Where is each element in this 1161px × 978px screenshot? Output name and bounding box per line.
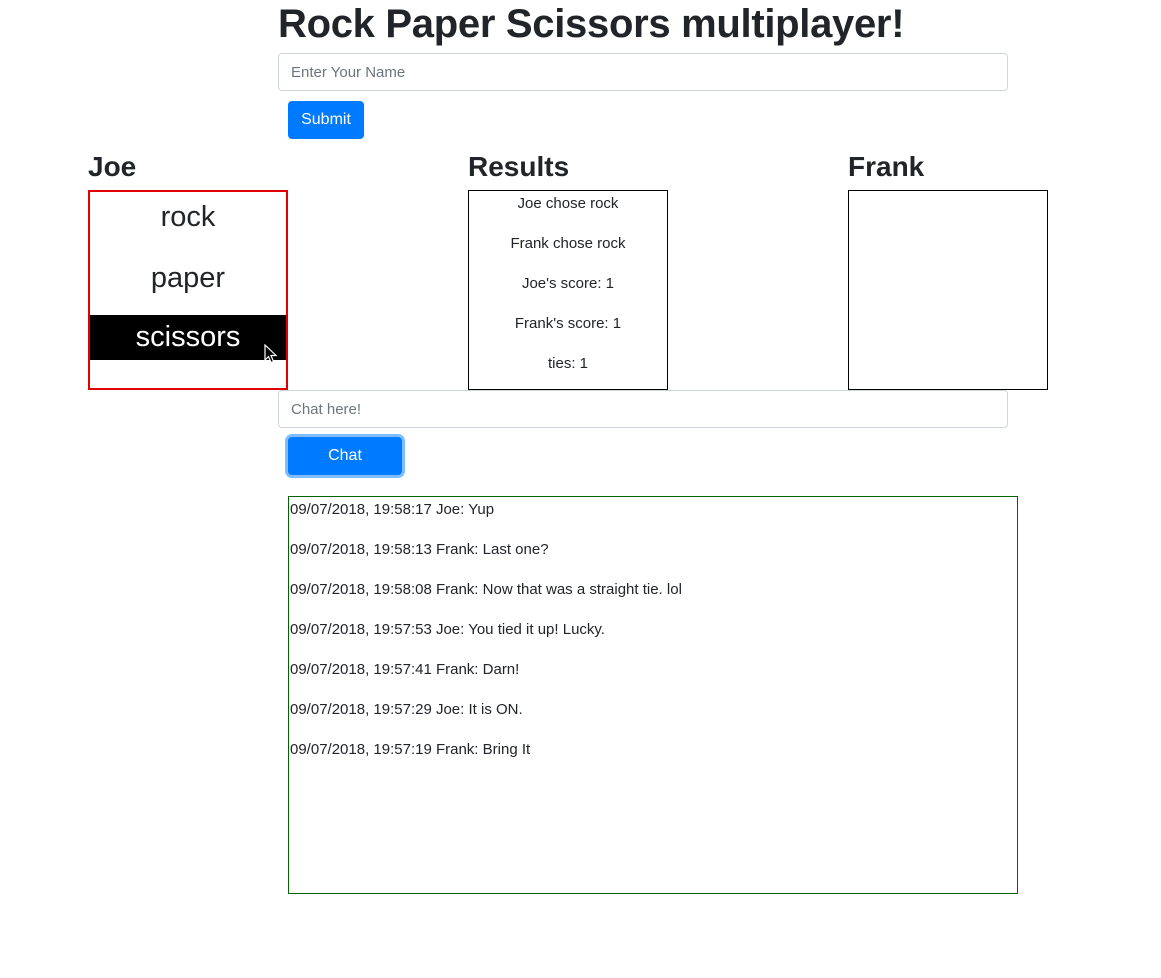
player2-name: Frank <box>848 151 925 182</box>
chat-submit-button[interactable]: Chat Submit <box>288 437 402 500</box>
result-line: Frank's score: 1 <box>514 315 622 332</box>
result-line: Joe's score: 1 <box>521 275 615 292</box>
player1-choice-panel: rock paper scissors <box>88 190 288 390</box>
choice-paper[interactable]: paper <box>90 256 286 301</box>
results-heading: Results <box>468 151 570 182</box>
result-line: Joe chose rock <box>517 195 619 212</box>
chat-message: 09/07/2018, 19:57:53 Joe: You tied it up… <box>290 621 605 638</box>
player2-choice-panel <box>848 190 1048 390</box>
chat-message: 09/07/2018, 19:58:08 Frank: Now that was… <box>290 581 682 598</box>
chat-message: 09/07/2018, 19:58:17 Joe: Yup <box>290 501 495 518</box>
result-line: ties: 1 <box>547 355 589 372</box>
chat-message: 09/07/2018, 19:57:41 Frank: Darn! <box>290 661 520 678</box>
choice-scissors[interactable]: scissors <box>90 315 286 360</box>
name-input[interactable] <box>278 53 1008 91</box>
page-title: Rock Paper Scissors multiplayer! <box>278 2 905 46</box>
chat-log[interactable]: 09/07/2018, 19:58:17 Joe: Yup 09/07/2018… <box>288 496 1018 894</box>
chat-input[interactable] <box>278 390 1008 428</box>
submit-button[interactable]: Submit <box>288 101 364 139</box>
results-panel: Joe chose rock Frank chose rock Joe's sc… <box>468 190 668 390</box>
mouse-pointer-icon <box>264 344 278 364</box>
player1-name: Joe <box>88 151 137 182</box>
chat-message: 09/07/2018, 19:57:29 Joe: It is ON. <box>290 701 523 718</box>
chat-message: 09/07/2018, 19:58:13 Frank: Last one? <box>290 541 549 558</box>
page: Rock Paper Scissors multiplayer! Submit … <box>0 0 1161 978</box>
result-line: Frank chose rock <box>510 235 626 252</box>
chat-message: 09/07/2018, 19:57:19 Frank: Bring It <box>290 741 531 758</box>
choice-rock[interactable]: rock <box>90 195 286 240</box>
